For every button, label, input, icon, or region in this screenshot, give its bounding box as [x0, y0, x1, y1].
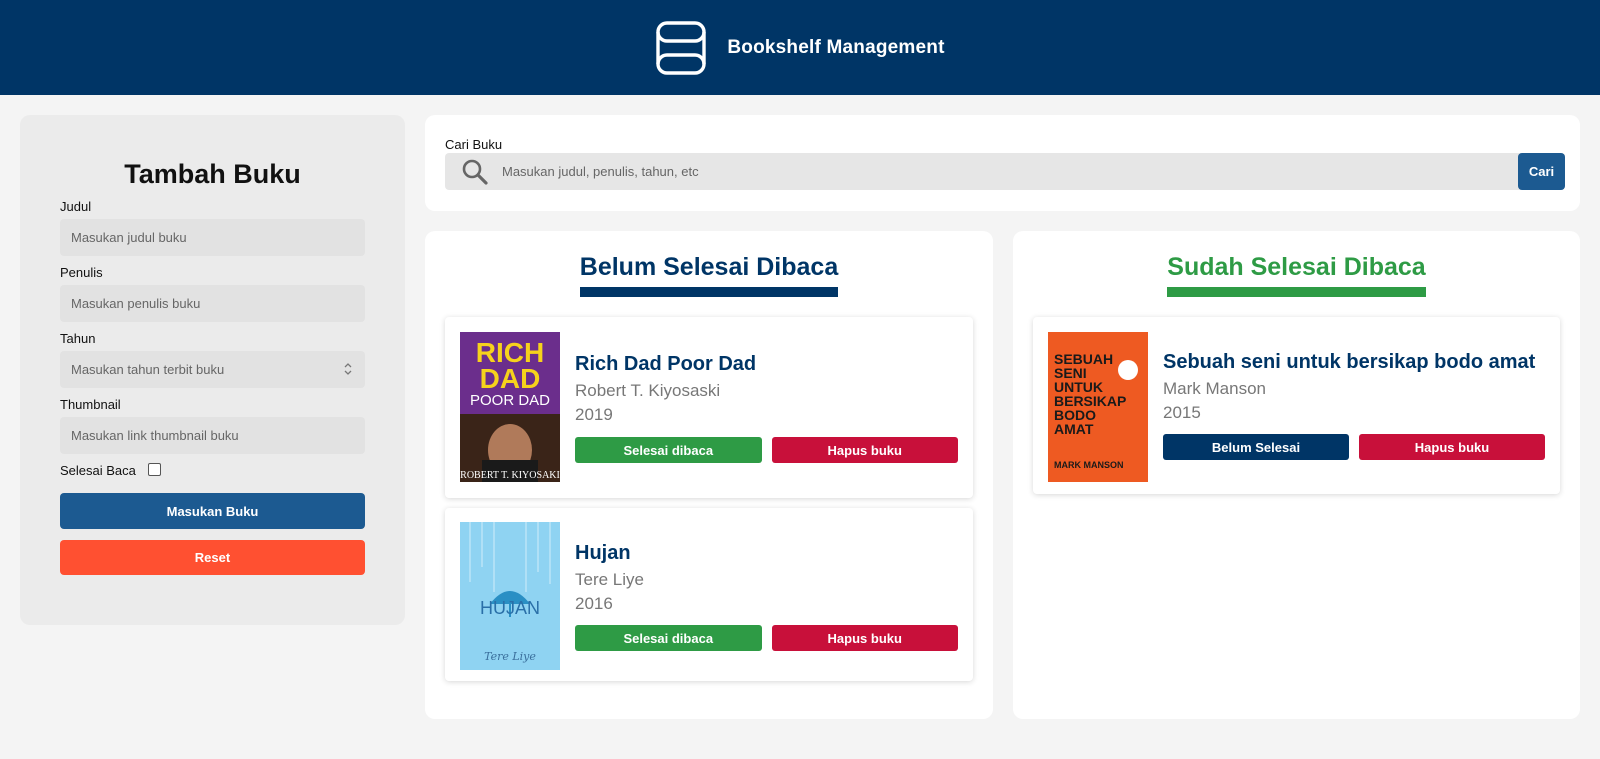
book-cover-bodo-amat: SEBUAH SENI UNTUK BERSIKAP BODO AMAT MAR… [1048, 332, 1148, 482]
book-title: Hujan [575, 542, 631, 564]
svg-text:ROBERT T. KIYOSAKI: ROBERT T. KIYOSAKI [460, 470, 560, 481]
thumbnail-input[interactable]: Masukan link thumbnail buku [60, 417, 365, 454]
app-header: Bookshelf Management [0, 0, 1600, 95]
submit-book-button[interactable]: Masukan Buku [60, 493, 365, 529]
book-title: Sebuah seni untuk bersikap bodo amat [1163, 351, 1536, 373]
book-cover-rich-dad: RICH DAD POOR DAD ROBERT T. KIYOSAKI [460, 332, 560, 482]
book-year: 2015 [1163, 403, 1201, 422]
book-card: SEBUAH SENI UNTUK BERSIKAP BODO AMAT MAR… [1033, 317, 1560, 494]
title-input[interactable]: Masukan judul buku [60, 219, 365, 256]
book-title: Rich Dad Poor Dad [575, 353, 757, 375]
svg-text:AMAT: AMAT [1054, 421, 1094, 437]
complete-checkbox[interactable] [148, 463, 161, 476]
year-input[interactable]: Masukan tahun terbit buku [60, 351, 365, 388]
book-author: Tere Liye [575, 570, 644, 589]
book-author: Robert T. Kiyosaski [575, 381, 721, 400]
search-input[interactable]: Masukan judul, penulis, tahun, etc [502, 153, 699, 190]
author-input[interactable]: Masukan penulis buku [60, 285, 365, 322]
thumbnail-label: Thumbnail [60, 397, 121, 412]
delete-book-button[interactable]: Hapus buku [1359, 434, 1545, 460]
read-shelf-title: Sudah Selesai Dibaca [1167, 253, 1426, 297]
svg-text:MARK MANSON: MARK MANSON [1054, 460, 1124, 470]
unread-shelf-title: Belum Selesai Dibaca [579, 253, 839, 297]
book-card: HUJAN Tere Liye Hujan Tere Liye 2016 Sel… [445, 508, 973, 681]
unread-shelf: Belum Selesai Dibaca RICH DAD POOR DAD R… [425, 231, 993, 719]
app-title: Bookshelf Management [727, 36, 945, 58]
title-label: Judul [60, 199, 92, 214]
title-placeholder: Masukan judul buku [71, 230, 187, 245]
book-year: 2016 [575, 594, 613, 613]
book-card: RICH DAD POOR DAD ROBERT T. KIYOSAKI Ric… [445, 317, 973, 498]
year-placeholder: Masukan tahun terbit buku [71, 362, 225, 377]
year-label: Tahun [60, 331, 96, 346]
mark-done-button[interactable]: Selesai dibaca [575, 437, 762, 463]
book-year: 2019 [575, 405, 613, 424]
svg-text:HUJAN: HUJAN [480, 598, 540, 618]
svg-text:Tere Liye: Tere Liye [484, 650, 536, 663]
svg-text:DAD: DAD [480, 363, 541, 394]
search-label: Cari Buku [445, 137, 503, 152]
book-cover-hujan: HUJAN Tere Liye [460, 522, 560, 670]
delete-book-button[interactable]: Hapus buku [771, 437, 958, 463]
complete-label: Selesai Baca [60, 463, 136, 478]
form-title: Tambah Buku [124, 159, 301, 189]
author-label: Penulis [60, 265, 103, 280]
mark-undone-button[interactable]: Belum Selesai [1163, 434, 1349, 460]
book-author: Mark Manson [1163, 379, 1266, 398]
read-shelf: Sudah Selesai Dibaca SEBUAH SENI UNTUK B… [1013, 231, 1580, 719]
search-bar: Masukan judul, penulis, tahun, etc Cari [445, 153, 1565, 190]
search-icon [462, 159, 488, 185]
reset-button[interactable]: Reset [60, 540, 365, 575]
bookshelf-logo-icon [656, 20, 707, 75]
search-button[interactable]: Cari [1518, 153, 1565, 190]
add-book-form: Tambah Buku Judul Masukan judul buku Pen… [20, 115, 405, 625]
mark-done-button[interactable]: Selesai dibaca [575, 625, 762, 651]
author-placeholder: Masukan penulis buku [71, 296, 201, 311]
number-spinner-icon[interactable] [343, 361, 353, 377]
svg-text:POOR DAD: POOR DAD [470, 392, 550, 409]
delete-book-button[interactable]: Hapus buku [771, 625, 958, 651]
search-panel: Cari Buku Masukan judul, penulis, tahun,… [425, 115, 1580, 211]
thumbnail-placeholder: Masukan link thumbnail buku [71, 428, 239, 443]
